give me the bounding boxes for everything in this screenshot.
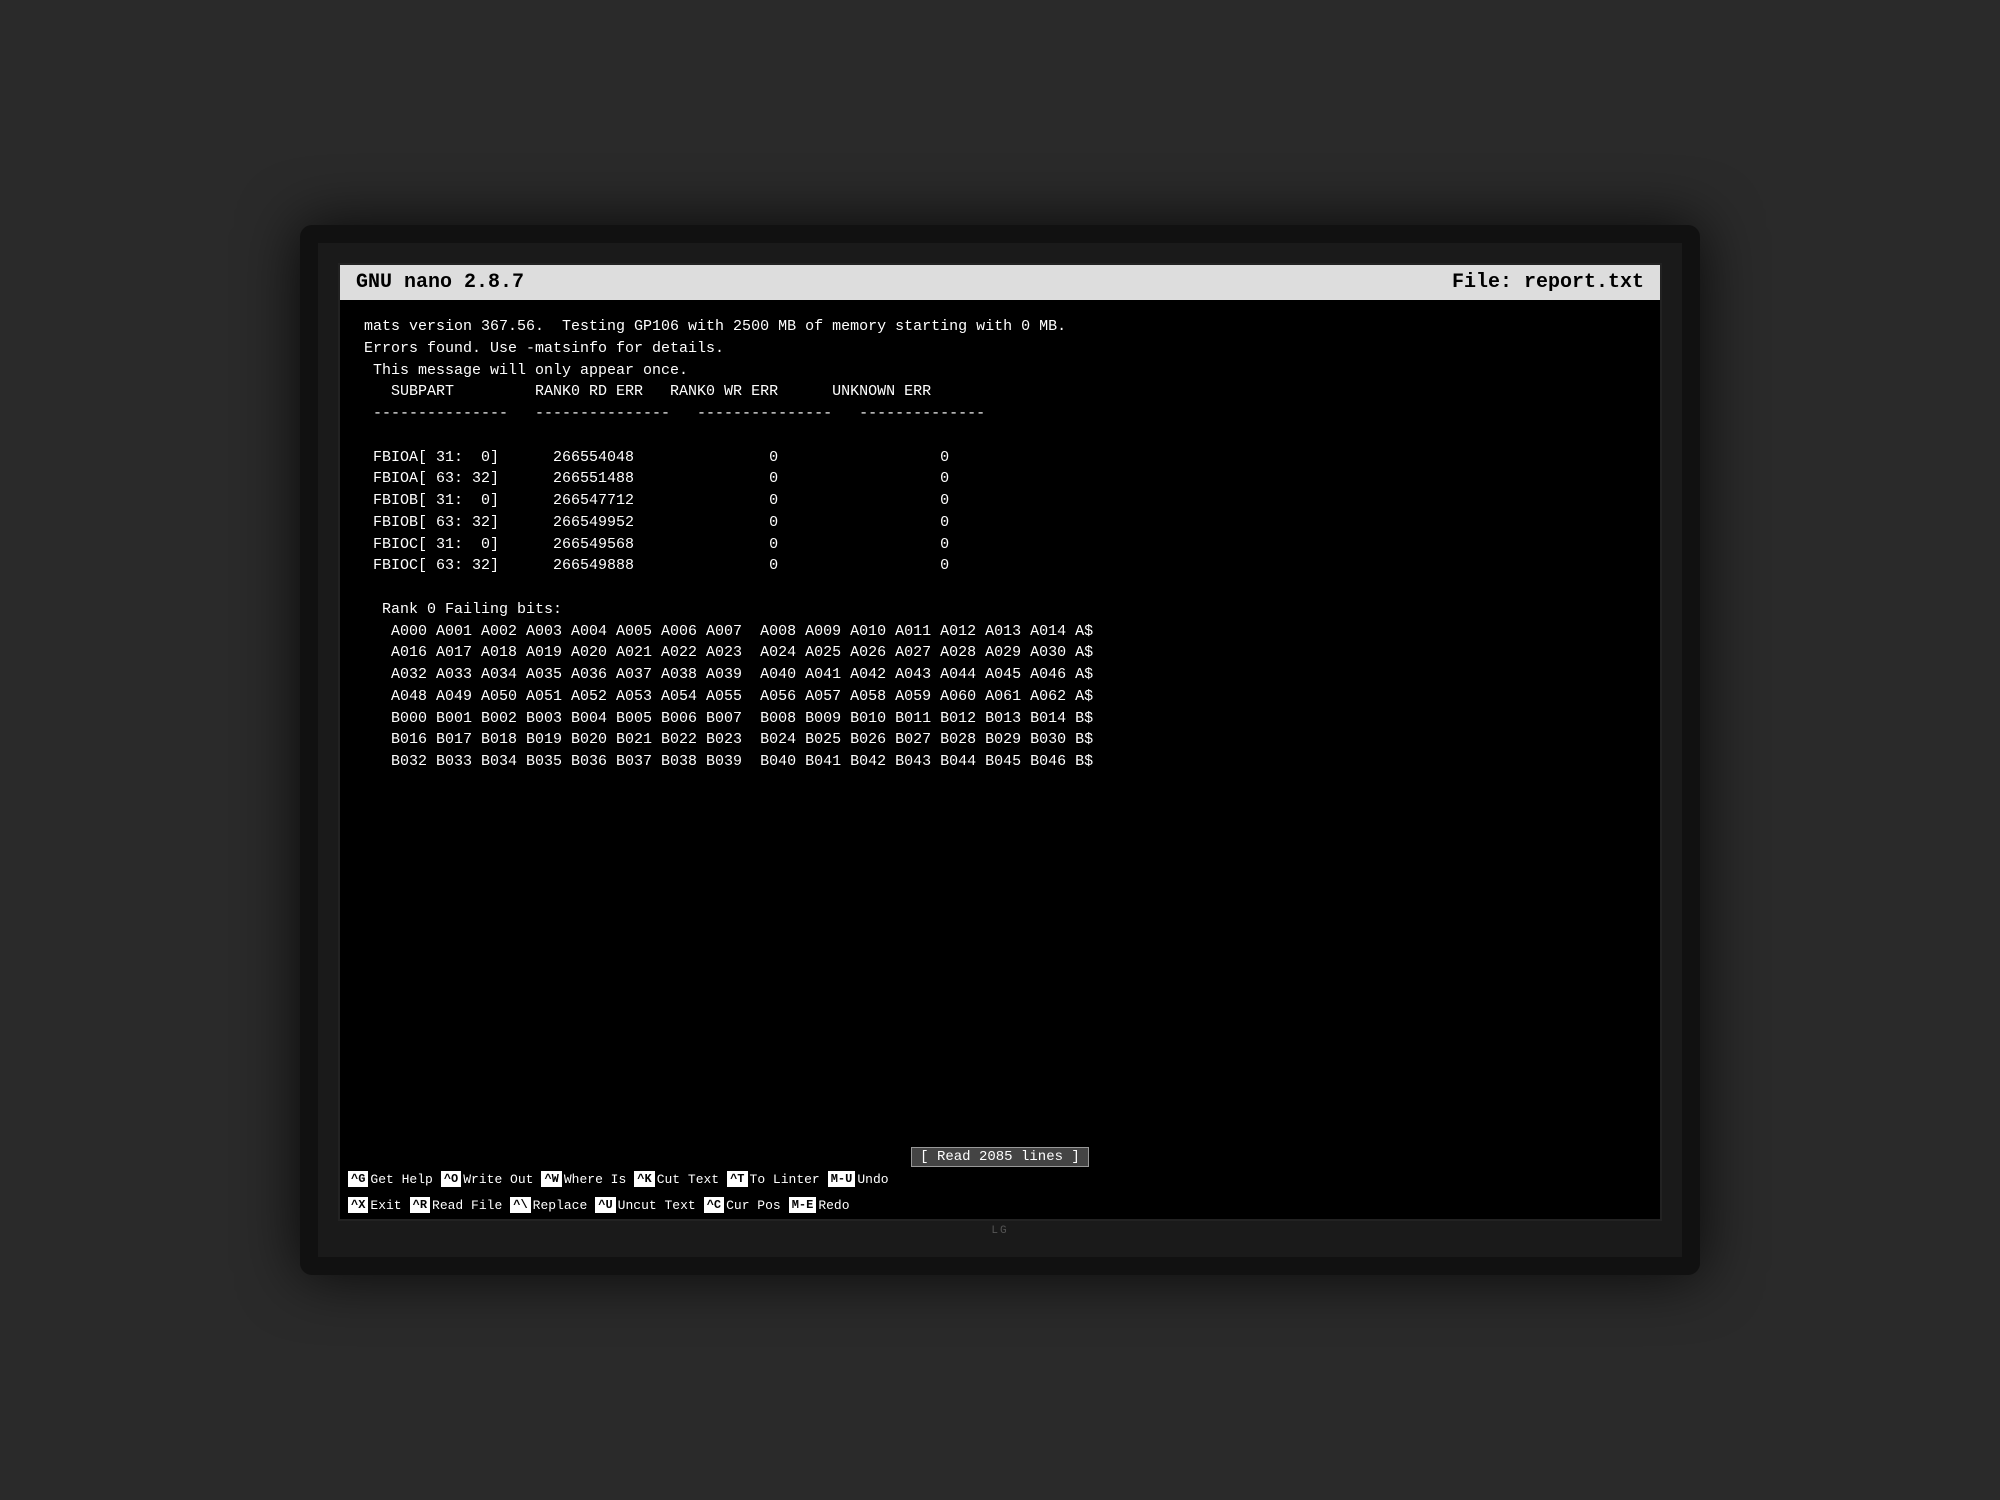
key-t: ^T	[727, 1171, 747, 1187]
cmd-cur-pos[interactable]: ^C Cur Pos	[704, 1197, 781, 1213]
label-cur-pos: Cur Pos	[726, 1198, 781, 1213]
app-name: GNU nano 2.8.7	[356, 271, 524, 294]
label-get-help: Get Help	[370, 1172, 432, 1187]
command-bar-2: ^X Exit ^R Read File ^\ Replace ^U Uncut…	[340, 1193, 1660, 1219]
terminal-text: mats version 367.56. Testing GP106 with …	[364, 316, 1636, 773]
cmd-replace[interactable]: ^\ Replace	[510, 1197, 587, 1213]
cmd-read-file[interactable]: ^R Read File	[410, 1197, 503, 1213]
key-c: ^C	[704, 1197, 724, 1213]
label-uncut-text: Uncut Text	[618, 1198, 696, 1213]
file-name: File: report.txt	[1452, 271, 1644, 294]
key-backslash: ^\	[510, 1197, 530, 1213]
label-redo: Redo	[818, 1198, 849, 1213]
label-to-linter: To Linter	[750, 1172, 820, 1187]
status-bar: [ Read 2085 lines ]	[340, 1147, 1660, 1167]
key-m-e: M-E	[789, 1197, 817, 1213]
key-x: ^X	[348, 1197, 368, 1213]
cmd-get-help[interactable]: ^G Get Help	[348, 1171, 433, 1187]
key-k: ^K	[634, 1171, 654, 1187]
monitor: GNU nano 2.8.7 File: report.txt mats ver…	[300, 225, 1700, 1275]
key-w: ^W	[541, 1171, 561, 1187]
cmd-cut-text[interactable]: ^K Cut Text	[634, 1171, 719, 1187]
label-read-file: Read File	[432, 1198, 502, 1213]
key-u-uncut: ^U	[595, 1197, 615, 1213]
key-r: ^R	[410, 1197, 430, 1213]
key-g: ^G	[348, 1171, 368, 1187]
screen: GNU nano 2.8.7 File: report.txt mats ver…	[338, 263, 1662, 1221]
cmd-where-is[interactable]: ^W Where Is	[541, 1171, 626, 1187]
label-cut-text: Cut Text	[657, 1172, 719, 1187]
cmd-redo[interactable]: M-E Redo	[789, 1197, 850, 1213]
cmd-uncut-text[interactable]: ^U Uncut Text	[595, 1197, 695, 1213]
status-message: [ Read 2085 lines ]	[911, 1147, 1089, 1167]
title-bar: GNU nano 2.8.7 File: report.txt	[340, 265, 1660, 300]
label-undo: Undo	[857, 1172, 888, 1187]
label-replace: Replace	[533, 1198, 588, 1213]
monitor-brand: LG	[338, 1221, 1662, 1237]
cmd-undo[interactable]: M-U Undo	[828, 1171, 889, 1187]
label-write-out: Write Out	[463, 1172, 533, 1187]
cmd-write-out[interactable]: ^O Write Out	[441, 1171, 534, 1187]
terminal-content: mats version 367.56. Testing GP106 with …	[340, 300, 1660, 1147]
key-o: ^O	[441, 1171, 461, 1187]
cmd-to-linter[interactable]: ^T To Linter	[727, 1171, 820, 1187]
command-bar: ^G Get Help ^O Write Out ^W Where Is ^K …	[340, 1167, 1660, 1193]
cmd-exit[interactable]: ^X Exit	[348, 1197, 402, 1213]
label-where-is: Where Is	[564, 1172, 626, 1187]
key-u-undo: M-U	[828, 1171, 856, 1187]
label-exit: Exit	[370, 1198, 401, 1213]
